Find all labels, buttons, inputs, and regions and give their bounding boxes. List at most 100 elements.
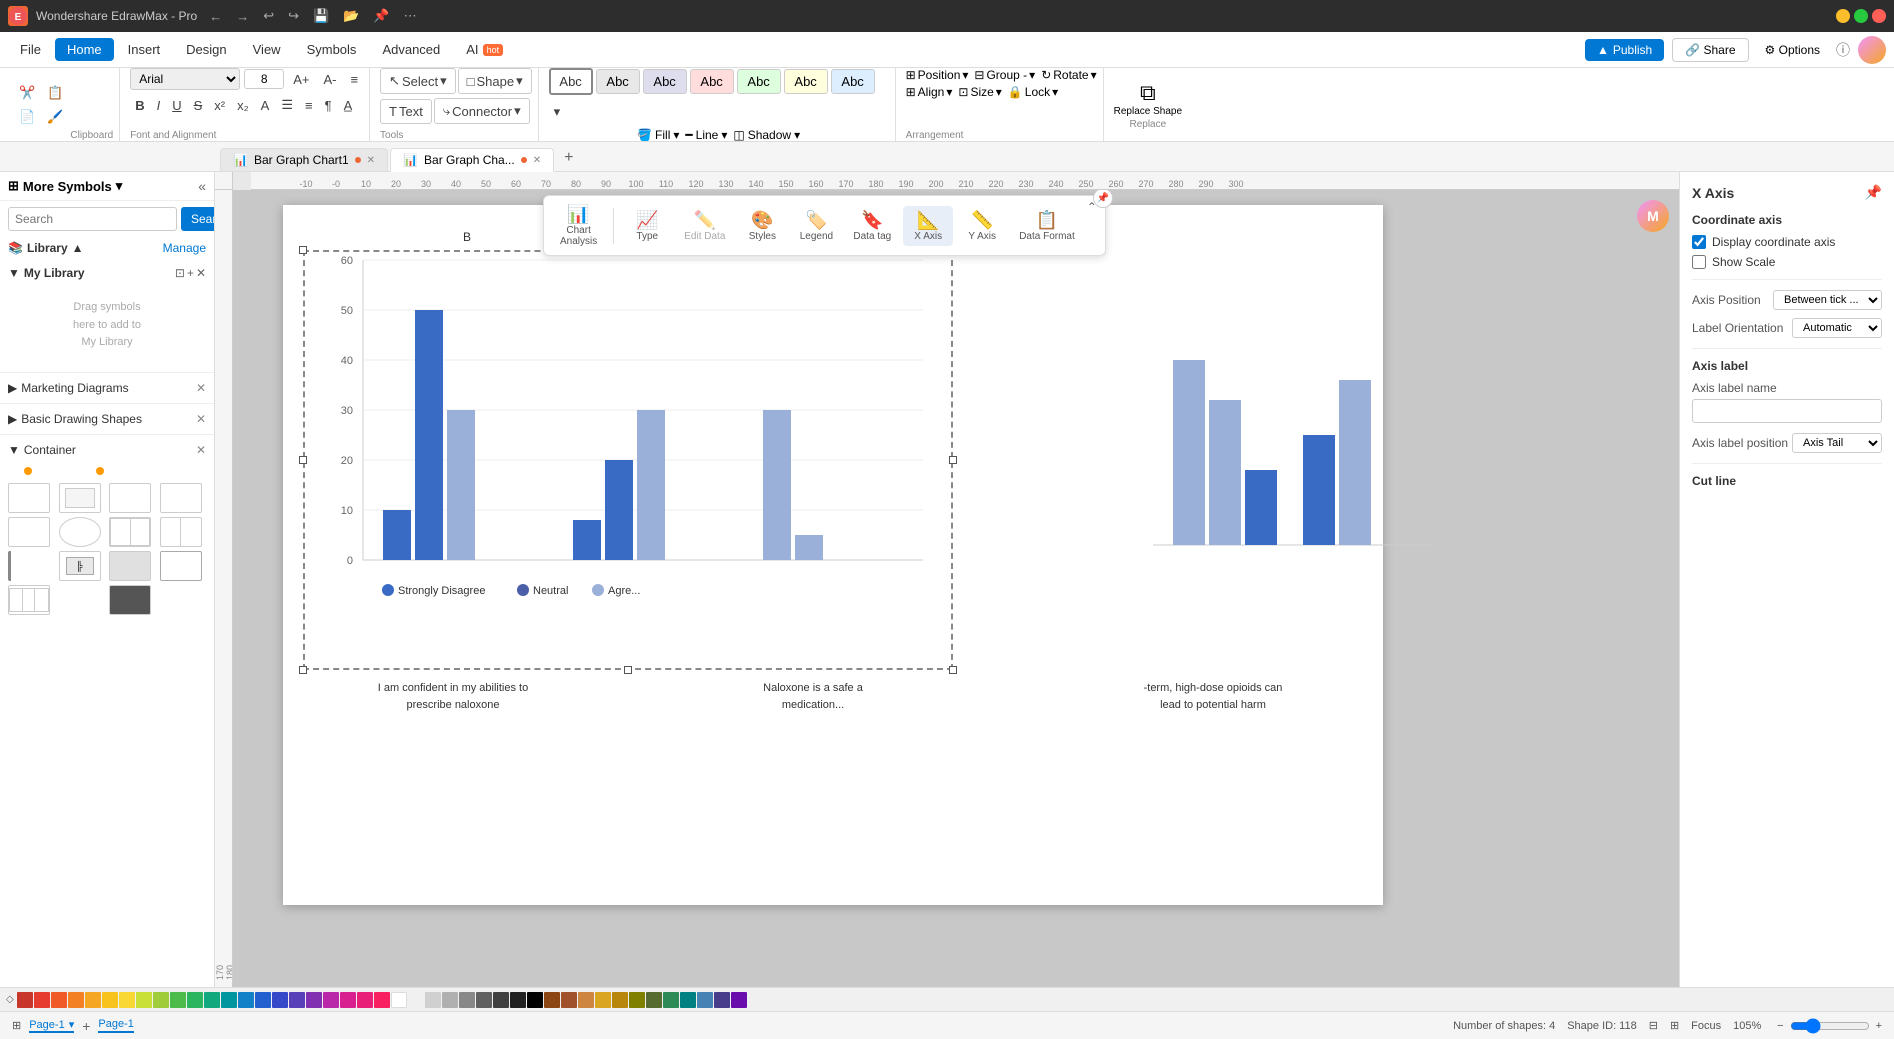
- text-highlight-btn[interactable]: A̲: [339, 95, 358, 116]
- format-paint-btn[interactable]: 🖌️: [42, 106, 68, 128]
- y-axis-btn[interactable]: 📏 Y Axis: [957, 206, 1007, 246]
- color-swatch-38[interactable]: [697, 992, 713, 1008]
- color-swatch-black[interactable]: [527, 992, 543, 1008]
- help-icon[interactable]: ⓘ: [1836, 40, 1850, 60]
- align-btn[interactable]: ≡: [345, 69, 363, 90]
- canvas-area[interactable]: -10 -0 10 20 30 40 50 60 70 80 90 100 11…: [215, 172, 1679, 987]
- nav-back-btn[interactable]: ←: [205, 8, 226, 24]
- tab-1[interactable]: 📊 Bar Graph Chart1 ✕: [220, 148, 388, 171]
- color-swatch-8[interactable]: [153, 992, 169, 1008]
- my-library-add-btn[interactable]: +: [187, 266, 194, 280]
- color-swatch-3[interactable]: [68, 992, 84, 1008]
- zoom-in-btn[interactable]: +: [1876, 1020, 1882, 1032]
- container-shape-14[interactable]: [109, 585, 151, 615]
- axis-label-position-select[interactable]: Axis Tail: [1792, 433, 1882, 453]
- display-coord-label[interactable]: Display coordinate axis: [1712, 235, 1835, 249]
- subscript-btn[interactable]: x₂: [232, 95, 254, 116]
- container-shape-6[interactable]: [59, 517, 101, 547]
- container-shape-1[interactable]: [8, 483, 50, 513]
- shadow-dropdown[interactable]: ▾: [794, 128, 800, 142]
- cut-btn[interactable]: ✂️: [14, 82, 40, 104]
- focus-label[interactable]: Focus: [1691, 1020, 1721, 1032]
- color-swatch-12[interactable]: [221, 992, 237, 1008]
- close-btn[interactable]: [1872, 9, 1886, 23]
- menu-insert[interactable]: Insert: [116, 38, 173, 61]
- share-btn[interactable]: 🔗 Share: [1672, 38, 1748, 62]
- styles-more-btn[interactable]: ▾: [549, 98, 566, 126]
- x-axis-chart-btn[interactable]: 📐 X Axis: [903, 206, 953, 246]
- color-swatch-19[interactable]: [340, 992, 356, 1008]
- zoom-slider[interactable]: [1790, 1018, 1870, 1034]
- handle-bottom-left[interactable]: [299, 666, 307, 674]
- container-shape-3[interactable]: [109, 483, 151, 513]
- label-orientation-select[interactable]: Automatic: [1792, 318, 1882, 338]
- add-page-btn[interactable]: +: [82, 1018, 90, 1034]
- style-sample-5[interactable]: Abc: [737, 69, 781, 94]
- color-swatch-16[interactable]: [289, 992, 305, 1008]
- tab-2[interactable]: 📊 Bar Graph Cha... ✕: [390, 148, 554, 172]
- bold-btn[interactable]: B: [130, 95, 149, 116]
- redo-btn[interactable]: ↪: [284, 8, 303, 24]
- palette-arrow-left[interactable]: ◇: [4, 994, 16, 1005]
- my-library-new-btn[interactable]: ⊡: [175, 266, 185, 280]
- color-swatch-15[interactable]: [272, 992, 288, 1008]
- font-family-select[interactable]: Arial: [130, 68, 240, 90]
- font-size-increase-btn[interactable]: A+: [288, 69, 314, 90]
- color-swatch-26[interactable]: [476, 992, 492, 1008]
- underline-btn[interactable]: U: [167, 95, 186, 116]
- panel-pin-btn[interactable]: 📌: [1865, 184, 1882, 201]
- menu-symbols[interactable]: Symbols: [295, 38, 369, 61]
- color-swatch-36[interactable]: [663, 992, 679, 1008]
- color-swatch-11[interactable]: [204, 992, 220, 1008]
- container-shape-11[interactable]: [109, 551, 151, 581]
- style-sample-6[interactable]: Abc: [784, 69, 828, 94]
- paste-btn[interactable]: 📄: [14, 106, 40, 128]
- copy-btn[interactable]: 📋: [42, 82, 68, 104]
- tab-2-close[interactable]: ✕: [533, 155, 541, 166]
- menu-advanced[interactable]: Advanced: [370, 38, 452, 61]
- select-dropdown-icon[interactable]: ▾: [440, 73, 447, 89]
- color-swatch-9[interactable]: [170, 992, 186, 1008]
- show-scale-label[interactable]: Show Scale: [1712, 255, 1775, 269]
- my-library-header[interactable]: ▼ My Library ⊡ + ✕: [8, 263, 206, 283]
- handle-bottom-right[interactable]: [949, 666, 957, 674]
- rotate-btn[interactable]: ↻ Rotate ▾: [1041, 68, 1096, 82]
- lock-btn[interactable]: 🔒 Lock ▾: [1008, 85, 1058, 99]
- color-swatch-17[interactable]: [306, 992, 322, 1008]
- shadow-btn[interactable]: ◫ Shadow ▾: [733, 128, 800, 142]
- font-color-btn[interactable]: A: [256, 95, 275, 116]
- shape-btn[interactable]: □ Shape ▾: [458, 68, 532, 94]
- marketing-diagrams-header[interactable]: ▶ Marketing Diagrams ✕: [8, 377, 206, 399]
- chart-analysis-btn[interactable]: 📊 ChartAnalysis: [552, 200, 605, 251]
- superscript-btn[interactable]: x²: [209, 95, 230, 116]
- color-swatch-white[interactable]: [391, 992, 407, 1008]
- text-btn[interactable]: T Text: [380, 99, 432, 124]
- collapse-panel-btn[interactable]: «: [198, 178, 206, 194]
- my-library-close-btn[interactable]: ✕: [196, 266, 206, 280]
- select-btn[interactable]: ↖ Select ▾: [380, 68, 456, 94]
- manage-btn[interactable]: Manage: [163, 241, 206, 255]
- legend-btn[interactable]: 🏷️ Legend: [791, 206, 841, 246]
- group-btn[interactable]: ⊟ Group - ▾: [974, 68, 1035, 82]
- container-shape-12[interactable]: [160, 551, 202, 581]
- handle-bottom-center[interactable]: [624, 666, 632, 674]
- font-size-decrease-btn[interactable]: A-: [318, 69, 341, 90]
- layers-icon[interactable]: ⊟: [1649, 1019, 1658, 1032]
- shape-dropdown-icon[interactable]: ▾: [516, 73, 523, 89]
- container-shape-2[interactable]: [59, 483, 101, 513]
- container-shape-9[interactable]: [8, 551, 50, 581]
- layout-icon[interactable]: ⊞: [12, 1019, 21, 1032]
- color-swatch-24[interactable]: [442, 992, 458, 1008]
- fit-icon[interactable]: ⊞: [1670, 1019, 1679, 1032]
- color-swatch-40[interactable]: [731, 992, 747, 1008]
- menu-home[interactable]: Home: [55, 38, 114, 61]
- color-swatch-39[interactable]: [714, 992, 730, 1008]
- font-size-input[interactable]: [244, 69, 284, 89]
- minimize-btn[interactable]: [1836, 9, 1850, 23]
- menu-design[interactable]: Design: [174, 38, 238, 61]
- color-swatch-30[interactable]: [561, 992, 577, 1008]
- maximize-btn[interactable]: [1854, 9, 1868, 23]
- connector-dropdown-icon[interactable]: ▾: [514, 103, 521, 119]
- line-btn[interactable]: ━ Line ▾: [685, 128, 727, 142]
- container-header[interactable]: ▼ Container ✕: [8, 439, 206, 461]
